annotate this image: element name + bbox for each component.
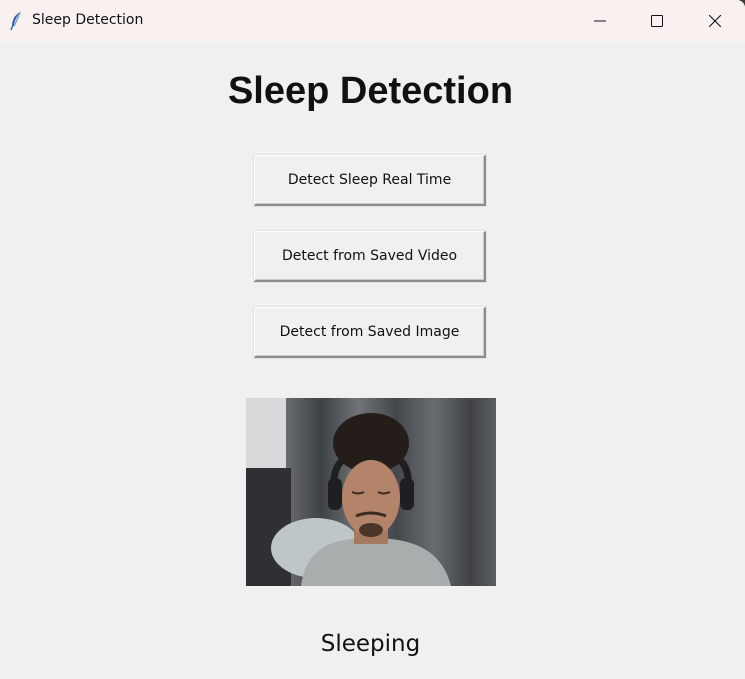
maximize-icon: [651, 15, 663, 27]
detect-realtime-button[interactable]: Detect Sleep Real Time: [254, 155, 486, 206]
detection-status: Sleeping: [320, 631, 421, 657]
camera-frame-image: [246, 398, 496, 586]
minimize-icon: [594, 15, 606, 27]
detect-video-button[interactable]: Detect from Saved Video: [254, 231, 486, 282]
close-icon: [709, 15, 721, 27]
feather-icon: [9, 11, 23, 31]
title-bar[interactable]: Sleep Detection: [0, 0, 745, 42]
maximize-button[interactable]: [628, 0, 686, 42]
app-heading: Sleep Detection: [227, 70, 514, 112]
app-window: Sleep Detection Sleep Detection Detect S…: [0, 0, 745, 679]
detect-image-button[interactable]: Detect from Saved Image: [254, 307, 486, 358]
window-title: Sleep Detection: [32, 12, 144, 28]
minimize-button[interactable]: [571, 0, 629, 42]
close-button[interactable]: [686, 0, 744, 42]
